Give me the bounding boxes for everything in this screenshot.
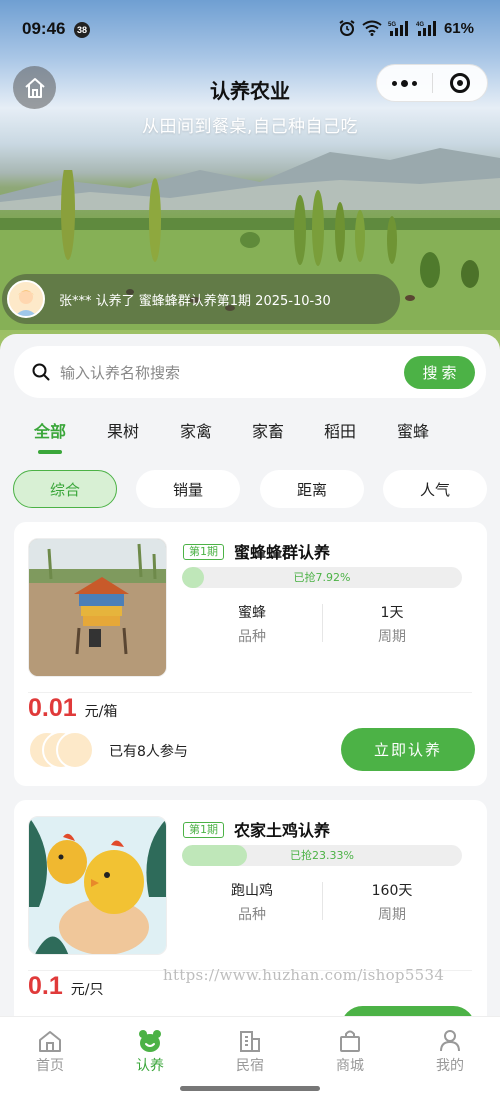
bear-icon (139, 1030, 161, 1052)
search-bar[interactable]: 输入认养名称搜索 搜索 (14, 346, 486, 398)
watermark-text: https://www.huzhan.com/ishop5534 (163, 966, 445, 984)
avatar (7, 280, 45, 318)
tabbar-homestay[interactable]: 民宿 (200, 1029, 300, 1075)
target-close-icon (449, 73, 470, 93)
user-icon (440, 1030, 460, 1052)
chicken-image (29, 817, 166, 954)
price-value: 0.1 (28, 972, 63, 1000)
sort-filters: 综合 销量 距离 人气 (13, 470, 491, 508)
cycle-value: 160天 (371, 883, 413, 899)
search-button[interactable]: 搜索 (404, 355, 475, 389)
price-unit: 元/箱 (84, 704, 118, 720)
breed-stat: 跑山鸡 品种 (183, 880, 321, 924)
cycle-stat: 160天 周期 (323, 880, 461, 924)
progress-bar: 已抢23.33% (182, 845, 462, 866)
tab-bees[interactable]: 蜜蜂 (377, 418, 449, 442)
ticker-text: 张*** 认养了 蜜蜂蜂群认养第1期 2025-10-30 (59, 293, 331, 309)
tabbar-label: 我的 (436, 1058, 464, 1074)
notification-count-badge: 38 (74, 22, 90, 38)
participants-count: 已有8人参与 (109, 744, 188, 760)
status-bar: 09:46 38 5G 4G 61% (0, 0, 500, 60)
breed-value: 跑山鸡 (231, 883, 273, 899)
price-value: 0.01 (28, 694, 77, 722)
tabbar-adopt[interactable]: 认养 (100, 1029, 200, 1075)
status-time: 09:46 (22, 19, 66, 38)
sort-distance[interactable]: 距离 (260, 470, 364, 508)
sort-popularity[interactable]: 人气 (383, 470, 487, 508)
signal-5g-icon: 5G (388, 21, 408, 36)
home-icon (39, 1031, 61, 1052)
progress-text: 已抢23.33% (290, 849, 354, 862)
progress-bar: 已抢7.92% (182, 567, 462, 588)
status-icons: 5G 4G 61% (338, 19, 474, 37)
product-name: 蜜蜂蜂群认养 (234, 543, 331, 562)
page-subtitle: 从田间到餐桌,自己种自己吃 (142, 117, 358, 137)
breed-value: 蜜蜂 (238, 605, 266, 621)
signal-4g-icon: 4G (416, 21, 436, 36)
svg-text:5G: 5G (388, 22, 396, 28)
hero-banner: 09:46 38 5G 4G 61% 认养农业 从田间到餐桌,自己种自己吃 张*… (0, 0, 500, 360)
cycle-stat: 1天 周期 (323, 602, 461, 646)
category-tabs: 全部 果树 家禽 家畜 稻田 蜜蜂 (14, 418, 486, 458)
tabbar-label: 商城 (336, 1058, 364, 1074)
avatar (56, 731, 94, 769)
svg-text:4G: 4G (416, 22, 424, 28)
building-icon (240, 1031, 260, 1052)
sort-sales[interactable]: 销量 (136, 470, 240, 508)
breed-stat: 蜜蜂 品种 (183, 602, 321, 646)
product-image-beehive[interactable] (28, 538, 167, 677)
price-unit: 元/只 (70, 982, 104, 998)
cycle-label: 周期 (378, 629, 406, 645)
battery-level: 61% (443, 19, 474, 37)
product-card[interactable]: 第1期 蜜蜂蜂群认养 已抢7.92% 蜜蜂 品种 1天 周期 0.01 元/箱 … (14, 522, 487, 786)
tab-fruit-trees[interactable]: 果树 (87, 418, 159, 442)
tab-poultry[interactable]: 家禽 (160, 418, 232, 442)
adopt-now-button[interactable]: 立即认养 (341, 728, 475, 771)
beehive-image (29, 539, 166, 676)
breed-label: 品种 (238, 629, 266, 645)
search-icon (32, 363, 50, 381)
more-dots-icon (392, 80, 397, 86)
breed-label: 品种 (238, 907, 266, 923)
alarm-icon (339, 20, 355, 36)
participant-avatars (28, 731, 96, 769)
cycle-value: 1天 (380, 605, 404, 621)
user-avatar-icon (9, 282, 43, 316)
tabbar-profile[interactable]: 我的 (400, 1029, 500, 1075)
product-name: 农家土鸡认养 (234, 821, 331, 840)
period-badge: 第1期 (183, 822, 224, 838)
tabbar-mall[interactable]: 商城 (300, 1029, 400, 1075)
progress-text: 已抢7.92% (293, 571, 351, 584)
cycle-label: 周期 (378, 907, 406, 923)
tabbar-label: 认养 (136, 1058, 164, 1074)
active-tab-indicator (38, 450, 62, 454)
tab-all[interactable]: 全部 (14, 418, 86, 442)
miniprogram-capsule (376, 64, 488, 102)
more-menu-button[interactable] (377, 79, 432, 87)
tabbar-label: 民宿 (236, 1058, 264, 1074)
price: 0.1 元/只 (28, 972, 103, 1001)
product-image-chicken[interactable] (28, 816, 167, 955)
card-divider (28, 692, 472, 693)
price: 0.01 元/箱 (28, 694, 117, 723)
close-miniprogram-button[interactable] (433, 73, 487, 93)
tab-livestock[interactable]: 家畜 (232, 418, 304, 442)
search-input[interactable]: 输入认养名称搜索 (60, 362, 404, 383)
sort-comprehensive[interactable]: 综合 (13, 470, 117, 508)
period-badge: 第1期 (183, 544, 224, 560)
tabbar-home[interactable]: 首页 (0, 1029, 100, 1075)
adoption-ticker: 张*** 认养了 蜜蜂蜂群认养第1期 2025-10-30 (2, 274, 400, 324)
wifi-icon (362, 20, 382, 36)
shopping-bag-icon (340, 1030, 360, 1052)
tabbar-label: 首页 (36, 1058, 64, 1074)
home-indicator (180, 1086, 320, 1091)
tab-rice-field[interactable]: 稻田 (304, 418, 376, 442)
